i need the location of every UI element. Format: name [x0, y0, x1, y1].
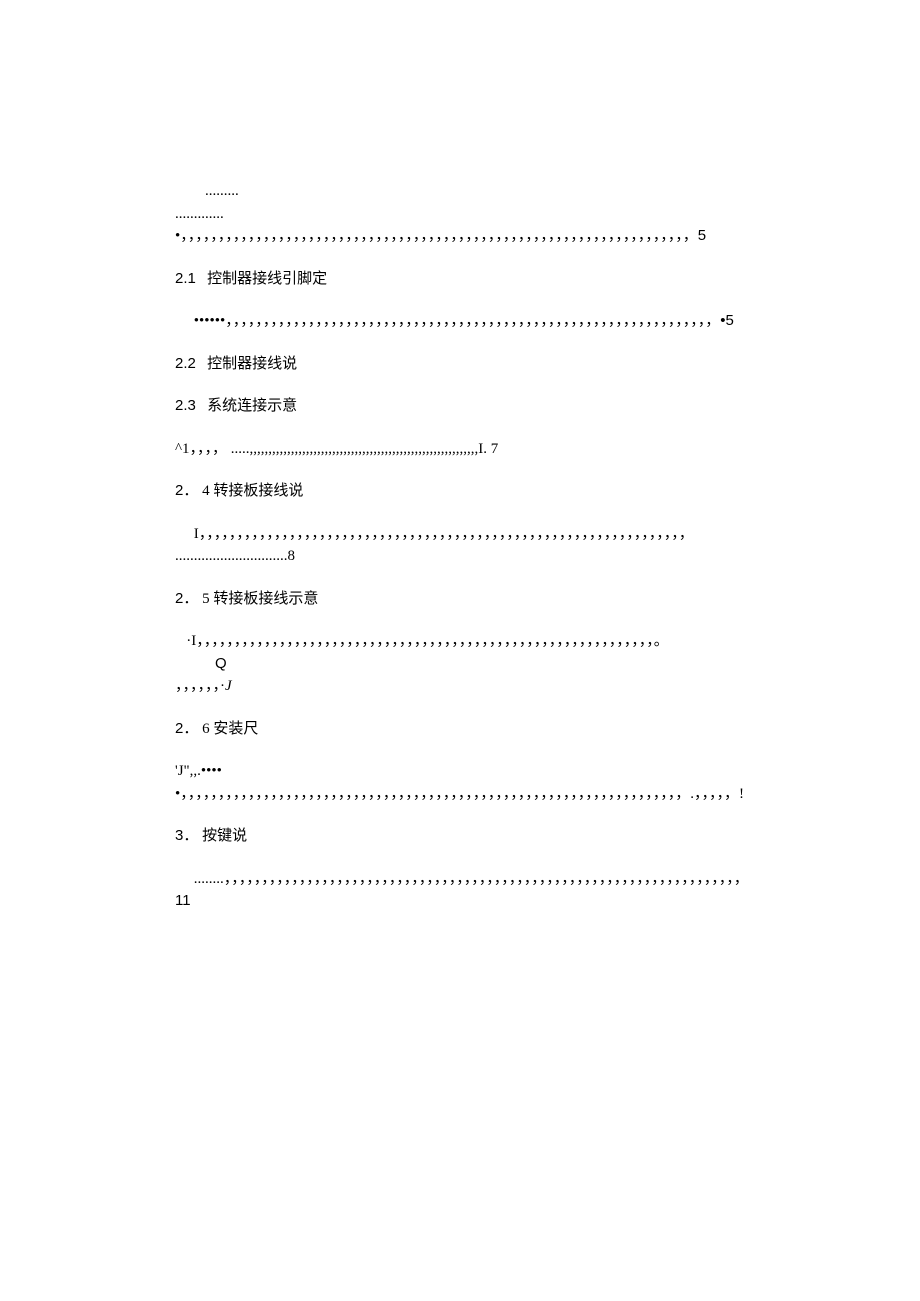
toc-dots: ••••••，，，，，，，，，，，，，，，，，，，，，，，，，，，，，，，，，，…: [194, 313, 721, 329]
toc-leader-line: .........: [175, 180, 745, 203]
section-number: 2．: [175, 482, 198, 499]
toc-dots: .............•，，，，，，，，，，，，，，，，，，，，，，，，，，…: [175, 206, 698, 245]
section-title: 5 转接板接线示意: [202, 591, 318, 607]
toc-entry-2-6: 'J",,.•••••，，，，，，，，，，，，，，，，，，，，，，，，，，，，，…: [175, 760, 745, 805]
toc-heading-2-2: 2.2 控制器接线说: [175, 353, 745, 376]
toc-leader-line: I，，，，，，，，，，，，，，，，，，，，，，，，，，，，，，，，，，，，，，，…: [175, 523, 745, 568]
section-number: 2.3: [175, 397, 196, 414]
toc-dots: I，，，，，，，，，，，，，，，，，，，，，，，，，，，，，，，，，，，，，，，…: [175, 526, 694, 565]
section-title: 按键说: [202, 828, 247, 844]
toc-dots: ........，，，，，，，，，，，，，，，，，，，，，，，，，，，，，，，，…: [194, 871, 749, 887]
section-title: 控制器接线说: [207, 356, 297, 372]
toc-heading-2-1: 2.1 控制器接线引脚定: [175, 268, 745, 291]
section-title: 系统连接示意: [207, 398, 297, 414]
toc-marker-j: ，，，，，，·J: [175, 675, 745, 698]
section-number: 2．: [175, 720, 198, 737]
document-page: ......... .............•，，，，，，，，，，，，，，，，…: [0, 0, 920, 1033]
toc-entry-3: ........，，，，，，，，，，，，，，，，，，，，，，，，，，，，，，，，…: [175, 868, 745, 913]
toc-entry-2-4: I，，，，，，，，，，，，，，，，，，，，，，，，，，，，，，，，，，，，，，，…: [175, 523, 745, 568]
toc-leader-line: ••••••，，，，，，，，，，，，，，，，，，，，，，，，，，，，，，，，，，…: [175, 310, 745, 333]
section-number: 3．: [175, 827, 198, 844]
section-title: 控制器接线引脚定: [207, 271, 327, 287]
toc-dots: ·I，，，，，，，，，，，，，，，，，，，，，，，，，，，，，，，，，，，，，，…: [186, 633, 669, 649]
section-number: 2.2: [175, 355, 196, 372]
toc-marker-q: Q: [175, 653, 745, 676]
section-title: 6 安装尺: [202, 721, 258, 737]
toc-entry-2-5: ·I，，，，，，，，，，，，，，，，，，，，，，，，，，，，，，，，，，，，，，…: [175, 630, 745, 698]
toc-marker-j-char: J: [225, 678, 232, 694]
toc-entry-2-3: ^1，，，， .....,,,,,,,,,,,,,,,,,,,,,,,,,,,,…: [175, 438, 745, 461]
section-number: 2．: [175, 590, 198, 607]
section-number: 2.1: [175, 270, 196, 287]
toc-heading-2-5: 2． 5 转接板接线示意: [175, 588, 745, 611]
toc-leader-line: ........，，，，，，，，，，，，，，，，，，，，，，，，，，，，，，，，…: [175, 868, 745, 913]
toc-entry-intro: ......... .............•，，，，，，，，，，，，，，，，…: [175, 180, 745, 248]
toc-heading-3: 3． 按键说: [175, 825, 745, 848]
toc-heading-2-6: 2． 6 安装尺: [175, 718, 745, 741]
toc-page-number: 11: [175, 892, 191, 909]
toc-leader-line: .............•，，，，，，，，，，，，，，，，，，，，，，，，，，…: [175, 203, 745, 248]
toc-heading-2-3: 2.3 系统连接示意: [175, 395, 745, 418]
section-title: 4 转接板接线说: [202, 483, 303, 499]
toc-page-number: 5: [698, 227, 706, 244]
toc-leader-line: ·I，，，，，，，，，，，，，，，，，，，，，，，，，，，，，，，，，，，，，，…: [175, 630, 745, 653]
toc-page-number: •5: [720, 312, 734, 329]
toc-dots: ，，，，，，·: [175, 678, 225, 694]
toc-entry-2-1: ••••••，，，，，，，，，，，，，，，，，，，，，，，，，，，，，，，，，，…: [175, 310, 745, 333]
toc-heading-2-4: 2． 4 转接板接线说: [175, 480, 745, 503]
